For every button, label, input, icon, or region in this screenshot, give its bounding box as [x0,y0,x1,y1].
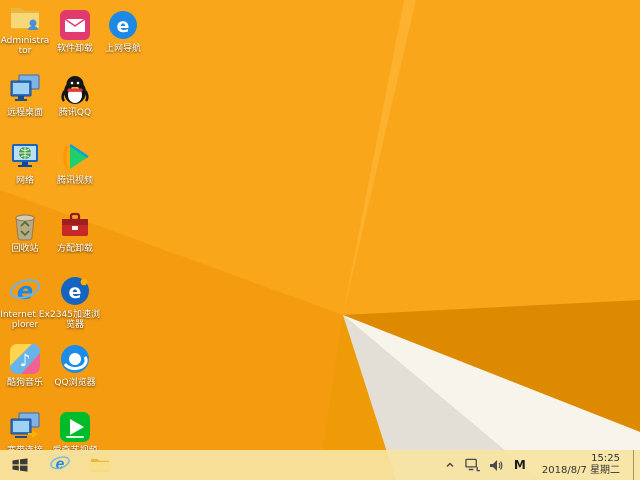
svg-text:e: e [117,15,130,37]
desktop-icon-recycle-bin[interactable]: 回收站 [0,208,50,254]
browser-e-icon: e [109,11,137,39]
music-app-icon: ♪ [10,344,40,374]
icon-label: Administrator [0,36,50,57]
icon-label: 酷狗音乐 [6,378,43,388]
start-button[interactable] [0,450,40,480]
icon-label: 腾讯QQ [58,108,92,118]
icon-label: 网络 [15,176,34,186]
volume-tray-icon[interactable] [488,457,504,473]
iqiyi-icon [60,412,90,442]
desktop-icon-tencent-video[interactable]: 腾讯视频 [50,140,100,186]
hidden-icons-button[interactable] [442,457,458,473]
icon-label: Internet Explorer [0,310,50,331]
clock-time: 15:25 [591,452,620,464]
show-desktop-button[interactable] [633,450,640,480]
desktop-icon-internet-explorer[interactable]: e Internet Explorer [0,274,50,331]
taskbar-clock[interactable]: 15:25 2018/8/7 星期二 [536,453,626,478]
user-folder-icon [11,8,39,30]
icon-label: 上网导航 [104,44,141,54]
svg-text:e: e [69,281,82,303]
broadband-connection-icon [10,412,40,438]
internet-explorer-icon: e [49,453,71,478]
windows-logo-icon [12,458,28,472]
video-play-icon [63,144,89,169]
icon-label: 远程桌面 [6,108,43,118]
desktop-icon-kugou-music[interactable]: ♪ 酷狗音乐 [0,342,50,388]
desktop-icon-fangpei-uninstall[interactable]: 方配卸载 [50,208,100,254]
icon-label: 软件卸载 [56,44,93,54]
desktop-icon-tencent-qq[interactable]: 腾讯QQ [50,72,100,118]
clock-date: 2018/8/7 星期二 [541,465,620,476]
dual-monitor-icon [10,74,40,101]
icon-label: 方配卸载 [56,244,93,254]
recycle-bin-icon [15,214,35,241]
taskbar-ie-button[interactable]: e [40,450,80,480]
taskbar-file-explorer-button[interactable] [80,450,120,480]
2345-browser-icon: e [61,277,89,305]
desktop-icon-2345-browser[interactable]: e 2345加速浏览器 [50,274,100,331]
toolbox-icon [62,212,88,236]
network-monitor-icon [12,144,38,167]
desktop-icon-software-uninstall[interactable]: 软件卸载 [50,8,100,54]
file-explorer-icon [89,453,111,478]
network-tray-icon[interactable] [465,457,481,473]
desktop-icon-administrator[interactable]: Administrator [0,0,50,57]
svg-text:♪: ♪ [20,351,31,371]
desktop-icon-remote-desktop[interactable]: 远程桌面 [0,72,50,118]
icon-label: 腾讯视频 [56,176,93,186]
desktop-icon-qq-browser[interactable]: QQ浏览器 [50,342,100,388]
chevron-up-icon [446,462,454,468]
internet-explorer-icon: e [9,277,41,305]
qq-browser-icon [61,345,89,373]
icon-label: QQ浏览器 [54,378,96,388]
taskbar: e M 15:25 2018/8/7 星期二 [0,450,640,480]
desktop-icon-network[interactable]: 网络 [0,140,50,186]
system-tray: M 15:25 2018/8/7 星期二 [442,450,640,480]
qq-penguin-icon [61,76,89,104]
icon-label: 2345加速浏览器 [50,310,100,331]
ime-indicator[interactable]: M [511,458,529,472]
desktop-icon-web-navigation[interactable]: e 上网导航 [98,8,148,54]
icon-label: 回收站 [11,244,39,254]
desktop: Administrator 软件卸载 e 上网导航 远程桌面 腾讯QQ 网络 腾… [0,0,640,480]
uninstall-app-icon [60,10,90,40]
